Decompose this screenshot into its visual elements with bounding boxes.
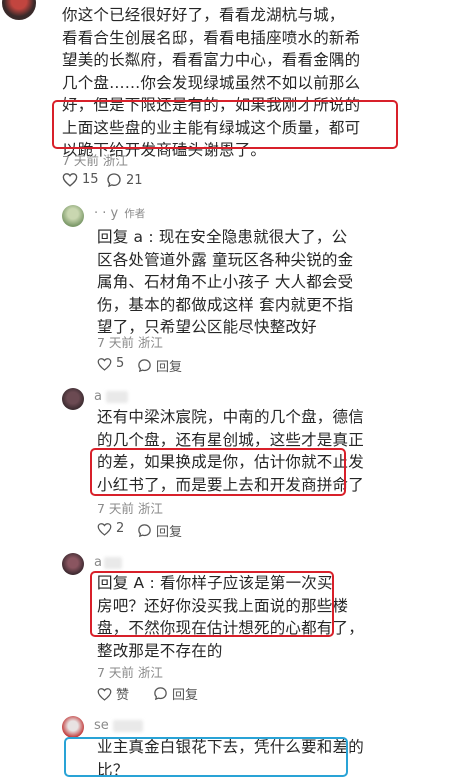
reply-line: 还有中梁沐宸院，中南的几个盘，德信 xyxy=(97,408,364,426)
comment-bubble-icon xyxy=(137,523,152,538)
avatar[interactable] xyxy=(62,553,84,575)
username-text: · · y xyxy=(94,206,119,221)
username-text: a xyxy=(94,389,107,404)
like-button[interactable]: 赞 xyxy=(97,684,129,703)
reply-line: 整改那是不存在的 xyxy=(97,641,223,660)
reply-label: 回复 xyxy=(156,360,183,375)
heart-icon xyxy=(97,522,112,536)
reply-meta: 7 天前 浙江 xyxy=(97,335,163,350)
reply-line: 区各处管道外露 童玩区各种尖锐的金 xyxy=(97,250,354,269)
username[interactable]: · · y 作者 xyxy=(94,206,145,221)
comment-count: 21 xyxy=(126,172,143,188)
like-count: 2 xyxy=(116,521,125,536)
highlight-box xyxy=(90,448,346,496)
comment-bubble-icon xyxy=(153,686,168,701)
heart-icon xyxy=(97,357,112,371)
reply-button[interactable]: 回复 xyxy=(137,356,182,375)
reply-label: 回复 xyxy=(172,688,199,703)
like-button[interactable]: 5 xyxy=(97,356,124,371)
author-badge: 作者 xyxy=(124,208,146,220)
avatar[interactable] xyxy=(62,205,84,227)
reply-meta: 7 天前 浙江 xyxy=(97,665,163,680)
reply-line: 伤，基本的都做成这样 套内就更不指 xyxy=(97,295,354,314)
reply-button[interactable]: 回复 xyxy=(153,684,198,703)
comment-line: 望美的长粼府，看看富力中心，看看金隅的 xyxy=(62,51,361,69)
blurred-name xyxy=(103,556,122,569)
username-text: se xyxy=(94,718,109,733)
username-text: a xyxy=(94,555,102,570)
comment-bubble-icon xyxy=(106,172,122,188)
username[interactable]: a xyxy=(94,555,122,570)
like-count: 5 xyxy=(116,356,125,371)
like-button[interactable]: 15 xyxy=(62,172,99,187)
avatar[interactable] xyxy=(2,0,36,20)
reply-line: 回复 a : 现在安全隐患就很大了，公 xyxy=(97,228,348,246)
highlight-box xyxy=(90,571,334,637)
comment-line: 你这个已经很好好了，看看龙湖杭与城， xyxy=(62,6,345,24)
reply-text: 回复 a : 现在安全隐患就很大了，公 区各处管道外露 童玩区各种尖锐的金 属角… xyxy=(97,226,447,339)
avatar[interactable] xyxy=(62,716,84,738)
username[interactable]: a xyxy=(94,389,129,404)
like-button[interactable]: 2 xyxy=(97,521,124,536)
reply-label: 回复 xyxy=(156,525,183,540)
highlight-box xyxy=(52,100,398,149)
avatar[interactable] xyxy=(62,388,84,410)
heart-icon xyxy=(97,687,112,701)
comment-button[interactable]: 21 xyxy=(106,172,143,188)
blurred-name xyxy=(112,719,143,732)
heart-icon xyxy=(62,172,78,187)
blurred-name xyxy=(106,390,129,403)
comment-bubble-icon xyxy=(137,358,152,373)
reply-button[interactable]: 回复 xyxy=(137,521,182,540)
reply-meta: 7 天前 浙江 xyxy=(97,501,163,516)
like-count: 15 xyxy=(82,172,99,187)
comment-line: 看看合生创展名邸，看看电插座喷水的新希 xyxy=(62,28,361,47)
comment-meta: 7 天前 浙江 xyxy=(62,153,128,168)
reply-line: 属角、石材角不止小孩子 大人都会受 xyxy=(97,273,354,291)
comment-line: 几个盘……你会发现绿城虽然不如以前那么 xyxy=(62,73,361,92)
like-label: 赞 xyxy=(116,688,130,703)
highlight-box xyxy=(64,737,348,777)
username[interactable]: se xyxy=(94,718,143,733)
